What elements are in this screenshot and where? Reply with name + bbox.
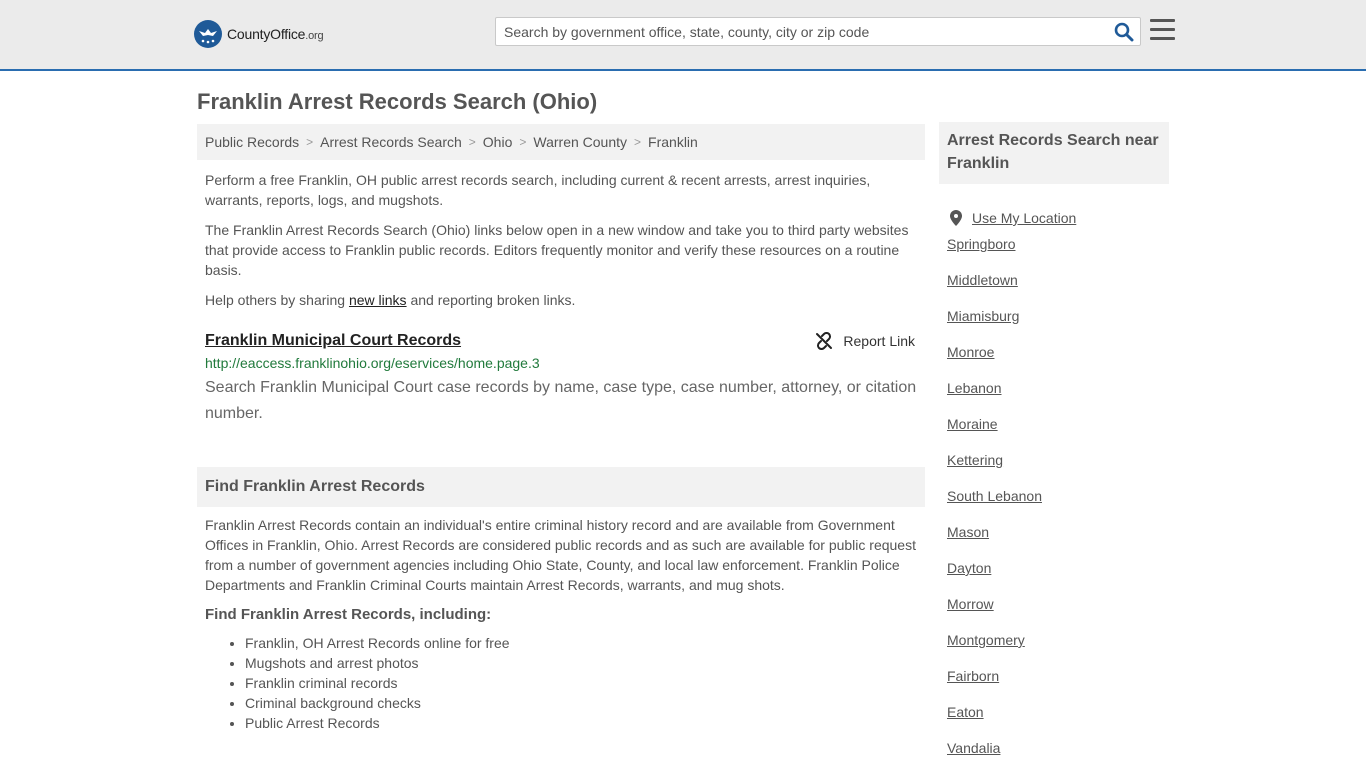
find-section-subheading: Find Franklin Arrest Records, including:: [205, 606, 492, 623]
site-header: CountyOffice.org: [0, 0, 1366, 71]
find-list: Franklin, OH Arrest Records online for f…: [205, 633, 917, 733]
search-input[interactable]: [496, 18, 1096, 45]
city-link[interactable]: Montgomery: [947, 632, 1025, 648]
nearby-cities-list: Use My Location Springboro Middletown Mi…: [939, 184, 1169, 776]
main-content: Perform a free Franklin, OH public arres…: [197, 170, 925, 427]
list-item: Franklin criminal records: [245, 673, 917, 693]
city-link[interactable]: Moraine: [947, 416, 998, 432]
intro-paragraph-2: The Franklin Arrest Records Search (Ohio…: [205, 222, 909, 278]
find-section-body: Franklin Arrest Records contain an indiv…: [197, 515, 925, 733]
list-item: Criminal background checks: [245, 693, 917, 713]
city-link[interactable]: Lebanon: [947, 380, 1002, 396]
breadcrumb-arrest-records-search[interactable]: Arrest Records Search: [320, 134, 462, 150]
city-link[interactable]: South Lebanon: [947, 488, 1042, 504]
logo-eagle-icon: [194, 20, 222, 48]
use-my-location-link[interactable]: Use My Location: [972, 210, 1076, 226]
sidebar-item-morrow: Morrow: [947, 596, 1161, 632]
breadcrumb-public-records[interactable]: Public Records: [205, 134, 299, 150]
breadcrumb-franklin[interactable]: Franklin: [648, 134, 698, 150]
intro-paragraph-3: Help others by sharing new links and rep…: [205, 292, 576, 308]
city-link[interactable]: Morrow: [947, 596, 994, 612]
sidebar-item-dayton: Dayton: [947, 560, 1161, 596]
search-box: [495, 17, 1141, 46]
sidebar-item-moraine: Moraine: [947, 416, 1161, 452]
sidebar-item-eaton: Eaton: [947, 704, 1161, 740]
chevron-right-icon: >: [306, 135, 314, 149]
sidebar-item-miamisburg: Miamisburg: [947, 308, 1161, 344]
search-icon: [1114, 22, 1134, 42]
list-item: Public Arrest Records: [245, 713, 917, 733]
sidebar-item-fairborn: Fairborn: [947, 668, 1161, 704]
chevron-right-icon: >: [519, 135, 527, 149]
sidebar-item-springboro: Springboro: [947, 236, 1161, 272]
hamburger-menu-icon[interactable]: [1150, 19, 1175, 41]
result-item: Franklin Municipal Court Records Report …: [205, 330, 917, 427]
breadcrumb: Public Records > Arrest Records Search >…: [197, 124, 925, 160]
sidebar-item-lebanon: Lebanon: [947, 380, 1161, 416]
chevron-right-icon: >: [634, 135, 642, 149]
city-link[interactable]: Kettering: [947, 452, 1003, 468]
city-link[interactable]: Mason: [947, 524, 989, 540]
breadcrumb-warren-county[interactable]: Warren County: [533, 134, 627, 150]
list-item: Franklin, OH Arrest Records online for f…: [245, 633, 917, 653]
sidebar-item-vandalia: Vandalia: [947, 740, 1161, 776]
city-link[interactable]: Monroe: [947, 344, 994, 360]
sidebar-item-kettering: Kettering: [947, 452, 1161, 488]
result-url: http://eaccess.franklinohio.org/eservice…: [205, 355, 540, 371]
broken-link-icon: [816, 332, 833, 350]
city-link[interactable]: Dayton: [947, 560, 991, 576]
sidebar-item-south-lebanon: South Lebanon: [947, 488, 1161, 524]
sidebar-item-middletown: Middletown: [947, 272, 1161, 308]
city-link[interactable]: Miamisburg: [947, 308, 1019, 324]
chevron-right-icon: >: [468, 135, 476, 149]
map-pin-icon: [950, 210, 962, 226]
sidebar-heading: Arrest Records Search near Franklin: [939, 122, 1169, 184]
sidebar-item-mason: Mason: [947, 524, 1161, 560]
find-section-text: Franklin Arrest Records contain an indiv…: [205, 517, 916, 593]
list-item: Mugshots and arrest photos: [245, 653, 917, 673]
city-link[interactable]: Springboro: [947, 236, 1016, 252]
result-title-link[interactable]: Franklin Municipal Court Records: [205, 330, 461, 352]
find-section-heading: Find Franklin Arrest Records: [197, 467, 925, 507]
sidebar-item-montgomery: Montgomery: [947, 632, 1161, 668]
breadcrumb-ohio[interactable]: Ohio: [483, 134, 513, 150]
city-link[interactable]: Middletown: [947, 272, 1018, 288]
city-link[interactable]: Vandalia: [947, 740, 1000, 756]
city-link[interactable]: Fairborn: [947, 668, 999, 684]
logo-text: CountyOffice.org: [227, 26, 324, 42]
city-link[interactable]: Eaton: [947, 704, 984, 720]
site-logo[interactable]: CountyOffice.org: [194, 20, 324, 48]
sidebar: Arrest Records Search near Franklin Use …: [939, 122, 1169, 776]
sidebar-item-monroe: Monroe: [947, 344, 1161, 380]
new-links-link[interactable]: new links: [349, 292, 407, 308]
page-title: Franklin Arrest Records Search (Ohio): [197, 89, 598, 114]
result-description: Search Franklin Municipal Court case rec…: [205, 379, 917, 422]
intro-paragraph-1: Perform a free Franklin, OH public arres…: [205, 172, 871, 208]
search-button[interactable]: [1114, 22, 1134, 42]
use-my-location: Use My Location: [947, 200, 1161, 236]
report-link-button[interactable]: Report Link: [815, 331, 915, 351]
